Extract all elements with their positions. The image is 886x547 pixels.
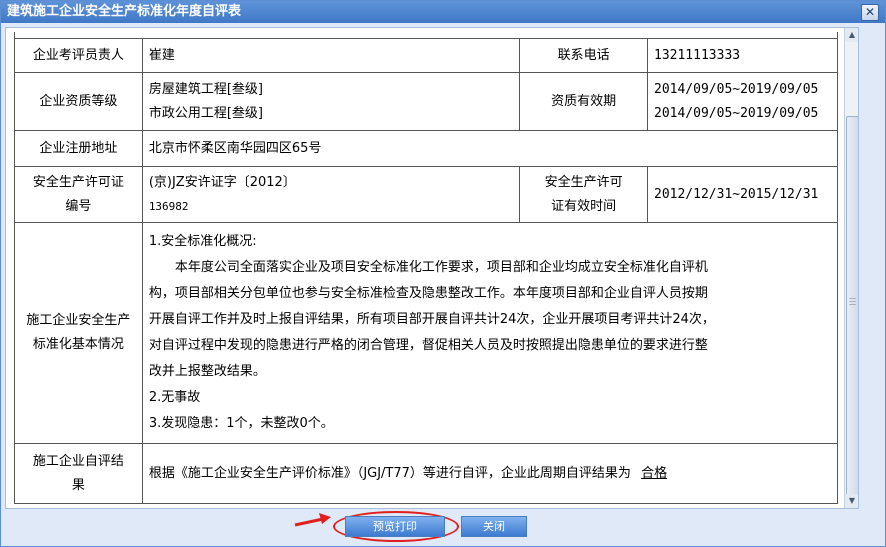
preview-print-button[interactable]: 预览打印 xyxy=(345,516,445,537)
close-button[interactable]: 关闭 xyxy=(461,516,527,537)
qualification-grade-1: 房屋建筑工程[叁级] xyxy=(148,81,263,97)
title-bar[interactable]: 建筑施工企业安全生产标准化年度自评表 ✕ xyxy=(1,1,885,23)
scroll-up-icon[interactable]: ▲ xyxy=(845,28,858,42)
qualification-validity-1: 2014/09/05~2019/09/05 xyxy=(654,81,819,97)
result-text: 根据《施工企业安全生产评价标准》（JGJ/T77）等进行自评，企业此周期自评结果… xyxy=(148,465,631,481)
qualification-label: 企业资质等级 xyxy=(14,72,143,131)
license-value: (京)JZ安许证字〔2012〕 136982 xyxy=(141,166,521,223)
license-validity-label: 安全生产许可 证有效时间 xyxy=(519,166,648,223)
evaluator-value: 崔建 xyxy=(141,38,521,73)
vertical-scrollbar[interactable]: ▲ — — — ▼ xyxy=(844,28,858,508)
scroll-down-icon[interactable]: ▼ xyxy=(845,494,858,508)
window-title: 建筑施工企业安全生产标准化年度自评表 xyxy=(7,4,242,19)
license-label: 安全生产许可证 编号 xyxy=(14,166,143,223)
qualification-grade-2: 市政公用工程[叁级] xyxy=(148,105,263,121)
situation-item-2: 2.无事故 xyxy=(148,390,201,405)
situation-paragraph: 本年度公司全面落实企业及项目安全标准化工作要求，项目部和企业均成立安全标准化自评… xyxy=(148,260,715,379)
evaluator-label: 企业考评员责人 xyxy=(14,38,143,73)
license-label-line2: 编号 xyxy=(65,198,92,214)
license-value-line1: (京)JZ安许证字〔2012〕 xyxy=(148,174,296,190)
result-value: 根据《施工企业安全生产评价标准》（JGJ/T77）等进行自评，企业此周期自评结果… xyxy=(141,443,839,504)
red-arrow-icon xyxy=(294,513,331,527)
scroll-thumb[interactable]: — — — xyxy=(846,116,858,498)
phone-value: 13211113333 xyxy=(647,38,838,73)
dialog-window: 建筑施工企业安全生产标准化年度自评表 ✕ 企业考评员责人 崔建 联系电话 132… xyxy=(0,0,886,547)
address-label: 企业注册地址 xyxy=(14,130,143,167)
situation-value: 1.安全标准化概况: 本年度公司全面落实企业及项目安全标准化工作要求，项目部和企… xyxy=(141,222,839,444)
license-validity-label-line1: 安全生产许可 xyxy=(544,174,623,190)
situation-item-3: 3.发现隐患：1个，未整改0个。 xyxy=(148,416,334,431)
close-icon[interactable]: ✕ xyxy=(861,4,879,21)
address-value: 北京市怀柔区南华园四区65号 xyxy=(141,130,839,167)
license-value-line2: 136982 xyxy=(148,199,189,213)
license-validity-value: 2012/12/31~2015/12/31 xyxy=(647,166,838,223)
qualification-grades: 房屋建筑工程[叁级] 市政公用工程[叁级] xyxy=(141,72,521,131)
license-label-line1: 安全生产许可证 xyxy=(32,174,124,190)
self-evaluation-table: 企业考评员责人 崔建 联系电话 13211113333 企业资质等级 房屋建筑工… xyxy=(14,32,839,504)
qualification-validity-label: 资质有效期 xyxy=(519,72,648,131)
situation-label: 施工企业安全生产标准化基本情况 xyxy=(14,222,143,444)
phone-label: 联系电话 xyxy=(519,38,648,73)
qualification-validity: 2014/09/05~2019/09/05 2014/09/05~2019/09… xyxy=(647,72,838,131)
license-validity-label-line2: 证有效时间 xyxy=(551,198,617,214)
form-content: 企业考评员责人 崔建 联系电话 13211113333 企业资质等级 房屋建筑工… xyxy=(5,27,859,509)
qualification-validity-2: 2014/09/05~2019/09/05 xyxy=(654,105,819,121)
situation-heading: 1.安全标准化概况: xyxy=(148,234,257,249)
scroll-grip-icon: — — — xyxy=(849,294,856,308)
result-label: 施工企业自评结果 xyxy=(14,443,143,504)
result-grade: 合格 xyxy=(641,465,668,481)
